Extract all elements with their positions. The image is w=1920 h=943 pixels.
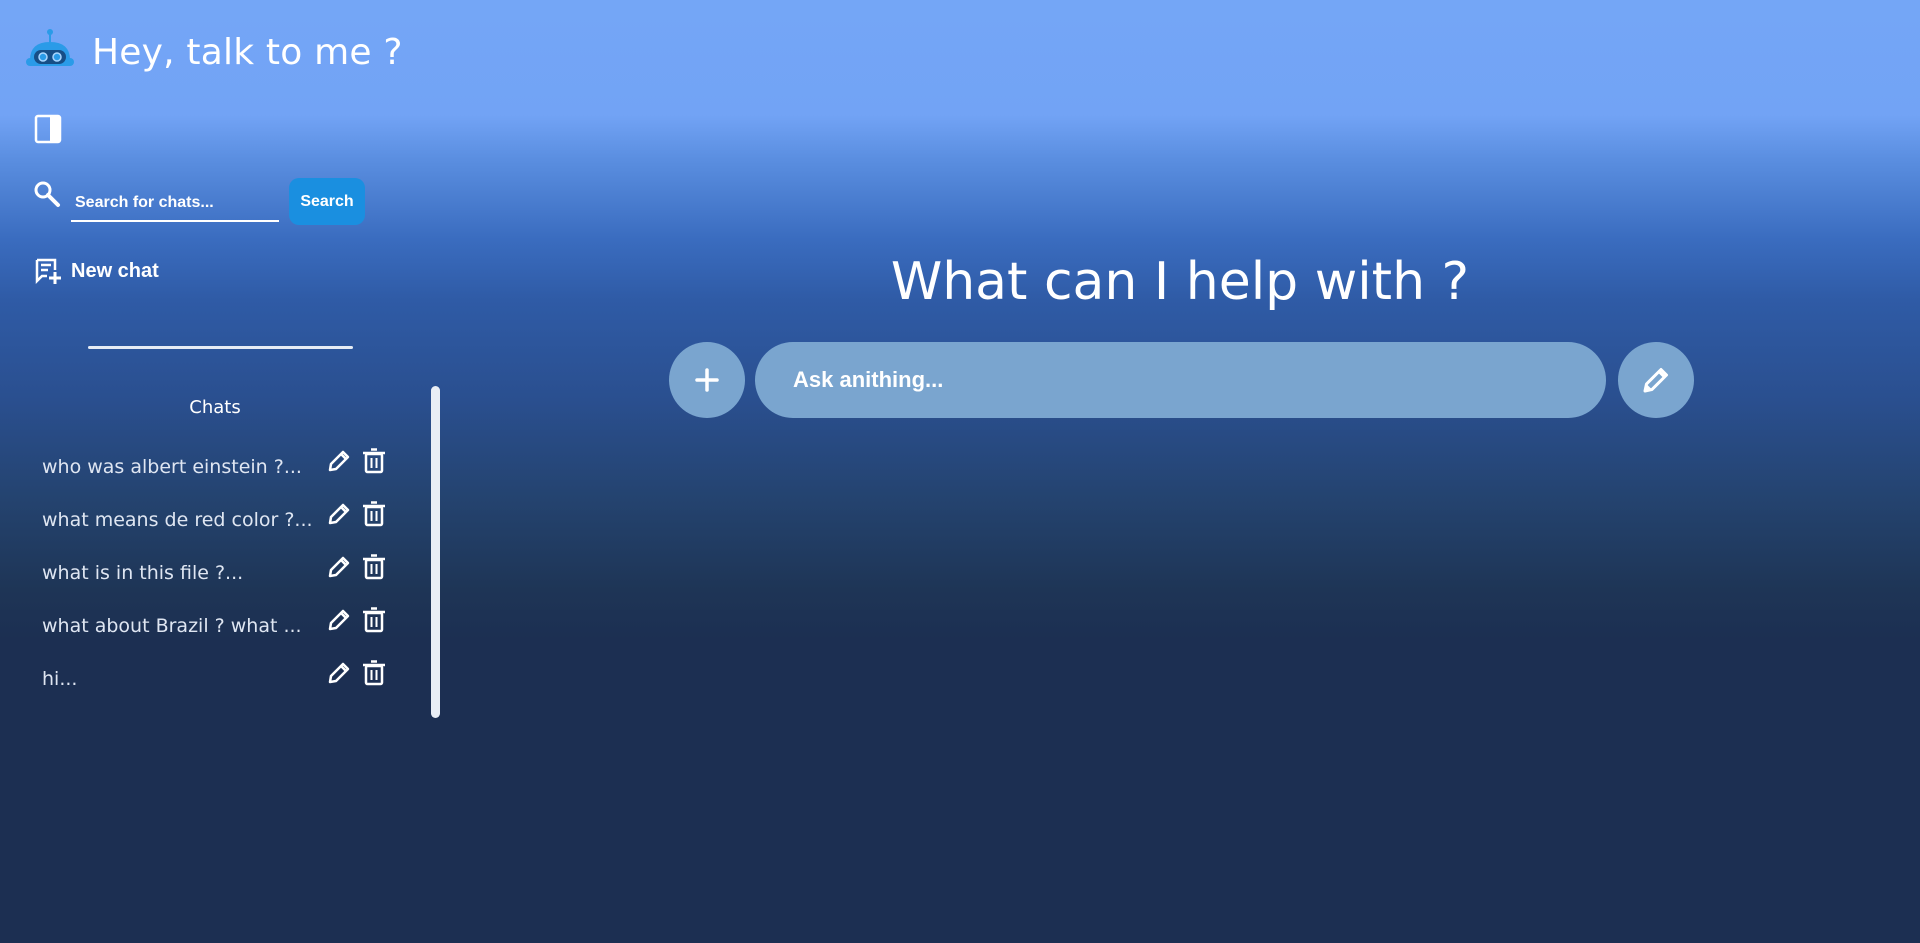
trash-icon[interactable]	[361, 660, 387, 686]
chat-list-item[interactable]: what is in this file ?...	[42, 546, 392, 599]
plus-icon	[695, 368, 719, 392]
sidebar-divider	[88, 346, 353, 349]
edit-chat-icon[interactable]	[326, 448, 352, 474]
chat-list-item[interactable]: what means de red color ?...	[42, 493, 392, 546]
chat-list: who was albert einstein ?... what means …	[42, 440, 392, 705]
search-icon	[34, 181, 60, 207]
ask-input[interactable]	[755, 342, 1606, 418]
new-chat-icon	[35, 258, 61, 285]
chat-title[interactable]: who was albert einstein ?...	[42, 456, 312, 478]
sidebar-toggle-icon[interactable]	[34, 114, 62, 144]
new-chat-button[interactable]: New chat	[34, 257, 159, 285]
search-button[interactable]: Search	[289, 178, 365, 225]
main-heading: What can I help with ?	[890, 252, 1470, 312]
new-chat-label: New chat	[71, 259, 159, 282]
chat-list-item[interactable]: what about Brazil ? what ...	[42, 599, 392, 652]
chat-title[interactable]: what means de red color ?...	[42, 509, 312, 531]
app-title: Hey, talk to me ?	[92, 31, 403, 73]
trash-icon[interactable]	[361, 607, 387, 633]
trash-icon[interactable]	[361, 448, 387, 474]
chat-title[interactable]: what is in this file ?...	[42, 562, 312, 584]
trash-icon[interactable]	[361, 554, 387, 580]
chat-list-scrollbar[interactable]	[431, 386, 440, 718]
chat-search: Search	[33, 178, 365, 226]
chat-title[interactable]: hi...	[42, 668, 312, 690]
app-header: Hey, talk to me ?	[24, 28, 403, 76]
chat-title[interactable]: what about Brazil ? what ...	[42, 615, 312, 637]
edit-chat-icon[interactable]	[326, 607, 352, 633]
edit-chat-icon[interactable]	[326, 501, 352, 527]
compose-button[interactable]	[1618, 342, 1694, 418]
robot-logo-icon	[26, 29, 74, 66]
attach-button[interactable]	[669, 342, 745, 418]
chats-heading: Chats	[189, 397, 241, 418]
edit-chat-icon[interactable]	[326, 660, 352, 686]
chat-list-item[interactable]: who was albert einstein ?...	[42, 440, 392, 493]
search-input[interactable]	[71, 186, 279, 222]
chat-list-item[interactable]: hi...	[42, 652, 392, 705]
pencil-icon	[1643, 368, 1668, 393]
trash-icon[interactable]	[361, 501, 387, 527]
edit-chat-icon[interactable]	[326, 554, 352, 580]
